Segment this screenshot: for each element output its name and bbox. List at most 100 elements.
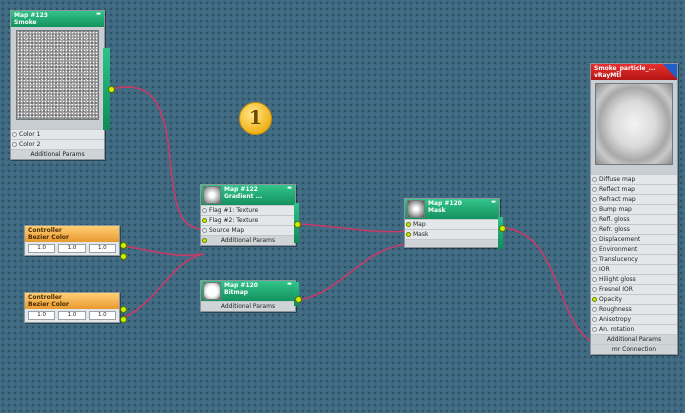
collapse-icon[interactable]: ▬ [490, 200, 497, 205]
input-map[interactable]: Map [405, 219, 499, 229]
input-color-2[interactable]: Color 2 [11, 139, 104, 149]
material-slot-an-rotation[interactable]: An. rotation [591, 324, 677, 334]
input-socket-connected-icon[interactable] [202, 238, 207, 243]
bitmap-node[interactable]: Map #120 Bitmap ▬ Additional Params [200, 280, 296, 312]
gradient-ramp-node[interactable]: Map #122 Gradient ... ▬ Flag #1: Texture… [200, 184, 296, 246]
material-node-header[interactable]: Smoke_particle_... vRayMtl [591, 64, 677, 80]
mask-node[interactable]: Map #120 Mask ▬ Map Mask [404, 198, 500, 248]
mask-node-header[interactable]: Map #120 Mask ▬ [405, 199, 499, 219]
controller-node-header[interactable]: Controller Bezier Color [25, 293, 119, 309]
controller1-output-socket-icon[interactable] [120, 242, 127, 249]
input-socket-icon[interactable] [592, 247, 597, 252]
row-label: Anisotropy [599, 316, 632, 323]
input-socket-icon[interactable] [592, 267, 597, 272]
controller2-output-socket-icon[interactable] [120, 306, 127, 313]
material-slot-anisotropy[interactable]: Anisotropy [591, 314, 677, 324]
input-socket-connected-icon[interactable] [202, 218, 207, 223]
input-color-1[interactable]: Color 1 [11, 129, 104, 139]
rollout-label: Additional Params [606, 336, 662, 343]
input-socket-connected-icon[interactable] [406, 232, 411, 237]
input-socket-icon[interactable] [12, 132, 17, 137]
smoke-node-header[interactable]: Map #123 Smoke ▬ [11, 11, 104, 27]
input-mask[interactable]: Mask [405, 229, 499, 239]
mask-output-strip [498, 217, 503, 249]
controller2-output-socket-icon-2[interactable] [120, 316, 127, 323]
step-number-badge: 1 [239, 102, 272, 135]
input-socket-icon[interactable] [592, 287, 597, 292]
controller-bezier-color-node-2[interactable]: Controller Bezier Color 1.0 1.0 1.0 [24, 292, 120, 323]
additional-params-rollout[interactable]: Additional Params [591, 334, 677, 344]
mask-output-socket-icon[interactable] [499, 225, 506, 232]
material-slot-ior[interactable]: IOR [591, 264, 677, 274]
additional-params-rollout[interactable]: Additional Params [201, 301, 295, 311]
input-socket-icon[interactable] [592, 277, 597, 282]
material-slot-refl-gloss[interactable]: Refl. gloss [591, 214, 677, 224]
gradient-output-socket-icon[interactable] [294, 221, 301, 228]
row-label: Color 1 [19, 131, 41, 138]
collapse-icon[interactable]: ▬ [286, 282, 293, 287]
node-title: Map #120 [428, 200, 462, 207]
input-socket-icon[interactable] [592, 177, 597, 182]
input-socket-icon[interactable] [592, 317, 597, 322]
mask-thumbnail [407, 200, 425, 218]
input-flag-2-texture[interactable]: Flag #2: Texture [201, 215, 295, 225]
input-socket-icon[interactable] [592, 307, 597, 312]
smoke-output-socket-icon[interactable] [108, 86, 115, 93]
controller1-output-socket-icon-2[interactable] [120, 253, 127, 260]
row-label: Flag #2: Texture [209, 217, 259, 224]
smoke-map-node[interactable]: Map #123 Smoke ▬ Color 1 Color 2 Additio… [10, 10, 105, 160]
material-slot-displacement[interactable]: Displacement [591, 234, 677, 244]
material-slot-diffuse-map[interactable]: Diffuse map [591, 174, 677, 184]
input-socket-icon[interactable] [202, 208, 207, 213]
input-socket-icon[interactable] [592, 207, 597, 212]
input-flag-1-texture[interactable]: Flag #1: Texture [201, 205, 295, 215]
material-slot-environment[interactable]: Environment [591, 244, 677, 254]
input-socket-icon[interactable] [592, 187, 597, 192]
input-socket-icon[interactable] [592, 327, 597, 332]
material-slot-refr-gloss[interactable]: Refr. gloss [591, 224, 677, 234]
additional-params-rollout[interactable]: Additional Params [201, 235, 295, 245]
input-socket-icon[interactable] [592, 217, 597, 222]
gradient-node-header[interactable]: Map #122 Gradient ... ▬ [201, 185, 295, 205]
red-value-field[interactable]: 1.0 [28, 244, 56, 253]
vray-material-node[interactable]: Smoke_particle_... vRayMtl Diffuse map Re… [590, 63, 678, 355]
blue-value-field[interactable]: 1.0 [88, 311, 116, 320]
additional-params-rollout[interactable]: Additional Params [11, 149, 104, 159]
material-slot-refract-map[interactable]: Refract map [591, 194, 677, 204]
material-slot-reflect-map[interactable]: Reflect map [591, 184, 677, 194]
color-value-fields[interactable]: 1.0 1.0 1.0 [25, 242, 119, 255]
input-socket-connected-icon[interactable] [592, 297, 597, 302]
wire-bitmap-to-mask [299, 243, 408, 301]
material-slot-hilight-gloss[interactable]: Hilight gloss [591, 274, 677, 284]
blue-value-field[interactable]: 1.0 [88, 244, 116, 253]
input-socket-icon[interactable] [592, 257, 597, 262]
input-socket-connected-icon[interactable] [406, 222, 411, 227]
node-subtitle: vRayMtl [594, 72, 622, 79]
material-slot-opacity[interactable]: Opacity [591, 294, 677, 304]
input-source-map[interactable]: Source Map [201, 225, 295, 235]
node-subtitle: Gradient ... [224, 193, 263, 200]
color-value-fields[interactable]: 1.0 1.0 1.0 [25, 309, 119, 322]
red-value-field[interactable]: 1.0 [28, 311, 56, 320]
green-value-field[interactable]: 1.0 [58, 244, 86, 253]
input-socket-icon[interactable] [12, 142, 17, 147]
material-slot-translucency[interactable]: Translucency [591, 254, 677, 264]
bitmap-output-socket-icon[interactable] [295, 296, 302, 303]
material-slot-bump-map[interactable]: Bump map [591, 204, 677, 214]
wire-gradient-to-mask [297, 223, 408, 233]
collapse-icon[interactable]: ▬ [286, 186, 293, 191]
controller-bezier-color-node-1[interactable]: Controller Bezier Color 1.0 1.0 1.0 [24, 225, 120, 256]
input-socket-icon[interactable] [592, 237, 597, 242]
material-slot-roughness[interactable]: Roughness [591, 304, 677, 314]
collapse-icon[interactable]: ▬ [95, 12, 102, 17]
input-socket-icon[interactable] [592, 197, 597, 202]
controller-node-header[interactable]: Controller Bezier Color [25, 226, 119, 242]
row-label: Refr. gloss [599, 226, 630, 233]
green-value-field[interactable]: 1.0 [58, 311, 86, 320]
mr-connection-rollout[interactable]: mr Connection [591, 344, 677, 354]
input-socket-icon[interactable] [592, 227, 597, 232]
input-socket-icon[interactable] [202, 228, 207, 233]
node-title: Smoke_particle_... [594, 65, 656, 72]
bitmap-node-header[interactable]: Map #120 Bitmap ▬ [201, 281, 295, 301]
material-slot-fresnel-ior[interactable]: Fresnel IOR [591, 284, 677, 294]
